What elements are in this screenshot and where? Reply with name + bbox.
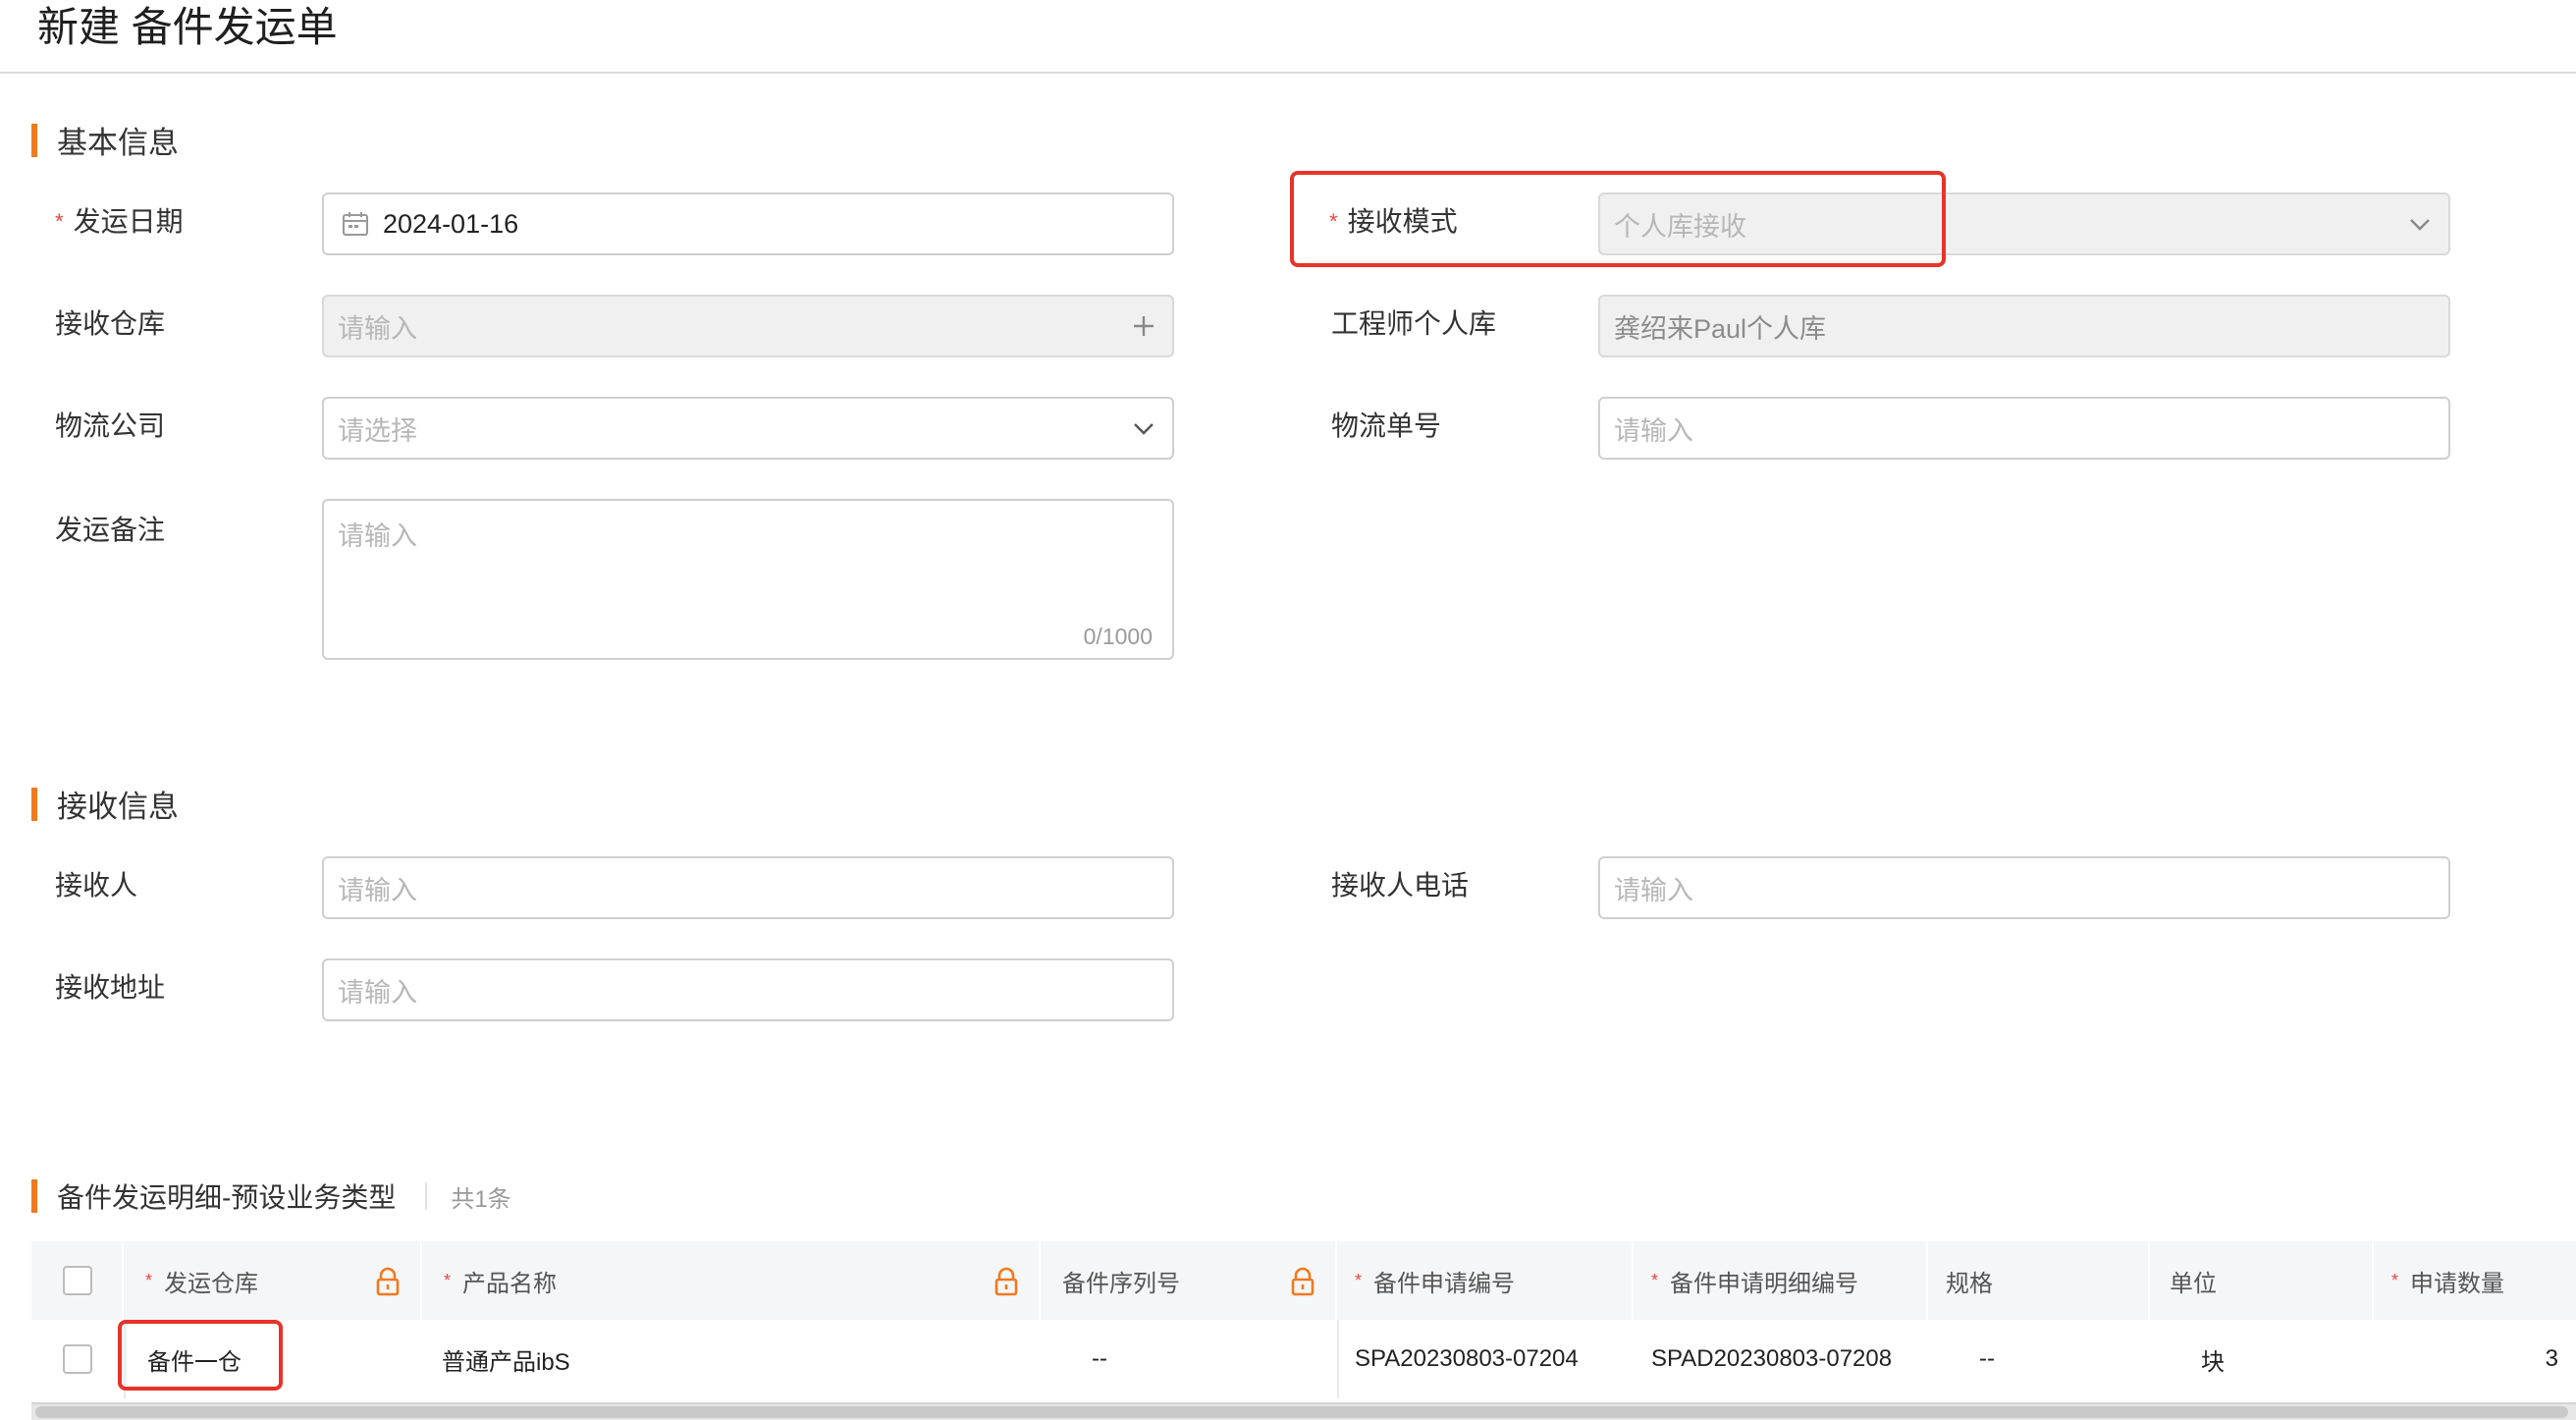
header-qty[interactable]: * 申请数量: [2374, 1241, 2576, 1320]
cell-warehouse[interactable]: 备件一仓: [124, 1320, 422, 1398]
receive-mode-select[interactable]: 个人库接收: [1598, 192, 2450, 255]
horizontal-scrollbar[interactable]: [31, 1402, 2576, 1420]
required-marker: *: [1355, 1270, 1363, 1290]
remark-char-counter: 0/1000: [1083, 624, 1153, 649]
select-all-checkbox[interactable]: [63, 1266, 92, 1295]
record-count: 共1条: [451, 1185, 511, 1213]
section-detail: 备件发运明细-预设业务类型 共1条: [31, 1176, 511, 1216]
header-serial[interactable]: 备件序列号: [1041, 1241, 1337, 1320]
ship-date-label: * 发运日期: [55, 206, 184, 237]
required-marker: *: [1329, 209, 1338, 234]
column-divider: [1337, 1320, 1339, 1398]
tracking-no-label: 物流单号: [1331, 410, 1442, 441]
chevron-down-icon: [2410, 219, 2430, 231]
section-separator: [425, 1182, 428, 1210]
tracking-no-input[interactable]: 请输入: [1598, 397, 2450, 460]
required-marker: *: [2391, 1270, 2399, 1290]
plus-icon[interactable]: [1129, 311, 1158, 341]
engineer-warehouse-field: 龚绍来Paul个人库: [1598, 295, 2450, 357]
receive-mode-value: 个人库接收: [1614, 211, 1746, 242]
ship-date-picker[interactable]: 2024-01-16: [322, 192, 1174, 255]
section-accent-bar: [31, 1179, 37, 1213]
ship-date-value: 2024-01-16: [383, 208, 519, 239]
page-title: 新建 备件发运单: [37, 4, 338, 50]
required-marker: *: [145, 1270, 153, 1290]
header-unit[interactable]: 单位: [2150, 1241, 2374, 1320]
table-header: * 发运仓库 * 产品名称 备件序列号 * 备件申请编号 * 备件申请明细编号 …: [31, 1241, 2576, 1320]
receiver-address-input[interactable]: 请输入: [322, 958, 1174, 1021]
section-title-receive: 接收信息: [57, 790, 179, 824]
section-title-detail: 备件发运明细-预设业务类型: [57, 1182, 397, 1213]
cell-qty: 3: [2545, 1345, 2558, 1372]
lock-icon[interactable]: [375, 1267, 401, 1296]
cell-detail-no: SPAD20230803-07208: [1651, 1345, 1893, 1372]
receiver-address-label: 接收地址: [55, 972, 166, 1003]
header-product[interactable]: * 产品名称: [422, 1241, 1041, 1320]
cell-apply-no: SPA20230803-07204: [1355, 1345, 1579, 1372]
engineer-warehouse-label: 工程师个人库: [1331, 308, 1497, 339]
header-detail-no[interactable]: * 备件申请明细编号: [1634, 1241, 1928, 1320]
receiver-label: 接收人: [55, 870, 138, 901]
cell-serial: --: [1092, 1345, 1107, 1372]
calendar-icon: [343, 212, 368, 236]
remark-label: 发运备注: [55, 515, 166, 545]
required-marker: *: [55, 209, 64, 234]
lock-icon[interactable]: [1290, 1267, 1315, 1296]
receiver-phone-input[interactable]: 请输入: [1598, 856, 2450, 919]
section-accent-bar: [31, 123, 37, 157]
remark-textarea[interactable]: 请输入 0/1000: [322, 499, 1174, 660]
table-row[interactable]: 备件一仓 普通产品ibS -- SPA20230803-07204 SPAD20…: [31, 1320, 2576, 1398]
cell-product: 普通产品ibS: [442, 1348, 570, 1376]
chevron-down-icon: [1134, 423, 1154, 435]
section-receive-info: 接收信息: [31, 782, 179, 826]
required-marker: *: [1651, 1270, 1659, 1290]
logistics-company-select[interactable]: 请选择: [322, 397, 1174, 460]
row-select: [31, 1320, 124, 1398]
header-apply-no[interactable]: * 备件申请编号: [1337, 1241, 1634, 1320]
header-select-all: [31, 1241, 124, 1320]
receive-mode-label: * 接收模式: [1329, 206, 1458, 237]
receive-warehouse-input[interactable]: 请输入: [322, 295, 1174, 357]
header-spec[interactable]: 规格: [1928, 1241, 2150, 1320]
receiver-input[interactable]: 请输入: [322, 856, 1174, 919]
column-divider: [124, 1320, 126, 1398]
engineer-warehouse-value: 龚绍来Paul个人库: [1614, 313, 1827, 344]
required-marker: *: [444, 1270, 452, 1290]
title-divider: [0, 72, 2576, 74]
header-warehouse[interactable]: * 发运仓库: [124, 1241, 422, 1320]
row-checkbox[interactable]: [63, 1344, 92, 1374]
section-accent-bar: [31, 787, 37, 821]
lock-icon[interactable]: [993, 1267, 1019, 1296]
receive-warehouse-label: 接收仓库: [55, 308, 166, 339]
section-title-basic: 基本信息: [57, 126, 179, 160]
cell-unit: 块: [2201, 1348, 2225, 1376]
scrollbar-thumb[interactable]: [35, 1406, 2568, 1418]
receiver-phone-label: 接收人电话: [1331, 870, 1470, 901]
logistics-company-label: 物流公司: [55, 410, 166, 441]
section-basic-info: 基本信息: [31, 118, 179, 162]
cell-spec: --: [1979, 1345, 1995, 1372]
